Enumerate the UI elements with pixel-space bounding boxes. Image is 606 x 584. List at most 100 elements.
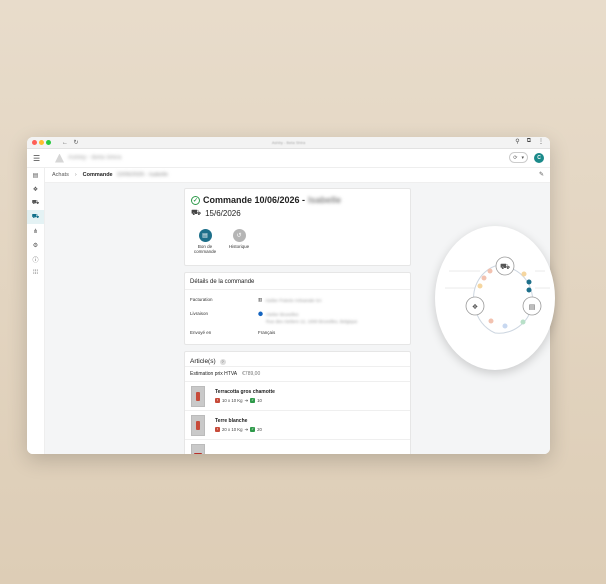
- bon-de-commande-button[interactable]: ▤ Bon de commande: [193, 229, 217, 254]
- delivery-date: 15/6/2026: [205, 208, 241, 218]
- step-marker: [521, 271, 527, 277]
- order-title-blurred: Isabelle: [308, 195, 342, 205]
- sidebar-item-organization[interactable]: ⋔: [27, 224, 44, 238]
- facturation-value: Atelier Poterie Artisanale SA: [265, 298, 322, 303]
- step-marker: [502, 323, 508, 329]
- product-qty: 20 x 10 Kg: [222, 427, 243, 432]
- product-thumbnail: [191, 385, 205, 407]
- order-card: ✓ Commande 10/06/2026 - Isabelle ⛟ 15/6/…: [184, 188, 411, 266]
- app-header: ☰ Ashby - Beta Shira ⟳ ▾ C: [27, 149, 550, 168]
- arrow-right-icon: ➜: [244, 426, 249, 432]
- list-item[interactable]: Terre blanche ▪ 20 x 10 Kg ➜ ✓ 20: [185, 411, 410, 440]
- grid-icon: ⁞⁞⁞: [32, 270, 38, 276]
- product-name: Terracotta gros chamotte: [215, 388, 275, 395]
- envoye-value: Français: [258, 330, 276, 335]
- list-item[interactable]: [185, 440, 410, 454]
- check-square-icon: ✓: [250, 398, 256, 403]
- product-thumbnail: [191, 444, 205, 454]
- location-pin-icon: ⬤: [258, 311, 264, 316]
- sidebar: ▤ ❖ ⛟ ⛟ ⋔ ⚙ ⓘ ⁞⁞⁞: [27, 168, 45, 454]
- estimation-row: Estimation prix HTVA €789,00: [185, 367, 410, 382]
- action-label: Bon de commande: [193, 244, 217, 254]
- sync-selector[interactable]: ⟳ ▾: [509, 152, 528, 163]
- step-marker: [526, 287, 532, 293]
- maximize-window-dot[interactable]: [46, 140, 51, 145]
- extensions-icon[interactable]: ⧉: [527, 138, 531, 145]
- action-label: Historique: [228, 244, 250, 249]
- sidebar-item-settings[interactable]: ⚙: [27, 238, 44, 252]
- document-icon: ▤: [32, 172, 39, 179]
- chevron-down-icon: ▾: [521, 154, 524, 161]
- sync-icon: ⟳: [513, 154, 518, 161]
- livraison-line1: Atelier Bruxelles: [266, 312, 299, 317]
- hierarchy-icon: ⋔: [32, 228, 39, 235]
- cubes-icon: ❖: [32, 186, 39, 193]
- product-thumbnail: [191, 414, 205, 436]
- document-icon: ▤: [198, 229, 212, 242]
- sidebar-item-apps[interactable]: ⁞⁞⁞: [27, 266, 44, 280]
- step-marker: [488, 318, 494, 324]
- sidebar-item-purchases[interactable]: ⛟: [27, 210, 44, 224]
- info-icon: ⓘ: [32, 257, 39, 264]
- zoom-icon[interactable]: ⚲: [515, 138, 519, 145]
- package-icon: ▪: [215, 398, 220, 403]
- browser-titlebar: ← ↻ Ashby - Beta Shira ⚲ ⧉ ⋮: [27, 137, 550, 149]
- step-marker: [520, 319, 526, 325]
- avatar[interactable]: C: [534, 152, 544, 163]
- check-circle-icon: ✓: [191, 195, 200, 205]
- gear-icon: ⚙: [32, 242, 39, 249]
- list-item[interactable]: Terracotta gros chamotte ▪ 10 x 10 Kg ➜ …: [185, 382, 410, 411]
- delivery-truck-icon: ⛟: [191, 208, 202, 217]
- minimize-window-dot[interactable]: [39, 140, 44, 145]
- estimation-label: Estimation prix HTVA: [190, 371, 238, 377]
- step-marker: [526, 279, 532, 285]
- details-card: Détails de la commande Facturation ▥ Ate…: [184, 272, 411, 345]
- svg-text:❖: ❖: [472, 303, 478, 311]
- back-icon[interactable]: ←: [61, 140, 69, 146]
- edit-icon[interactable]: ✎: [539, 171, 544, 178]
- breadcrumb-blurred: 10/06/2026 - Isabelle: [116, 172, 168, 178]
- product-qty: 10 x 10 Kg: [222, 398, 243, 403]
- breadcrumb-current: Commande: [82, 172, 113, 178]
- livraison-label: Livraison: [190, 311, 209, 316]
- truck-icon: ⛟: [31, 214, 40, 220]
- product-name: Terre blanche: [215, 417, 248, 424]
- package-icon: ▪: [215, 427, 220, 432]
- livraison-line2: Rue des Ateliers 12, 1000 Bruxelles, Bel…: [266, 319, 358, 324]
- step-marker: [487, 268, 493, 274]
- cart-icon: ⛟: [31, 200, 40, 206]
- product-badge: 10: [257, 398, 262, 403]
- close-window-dot[interactable]: [32, 140, 37, 145]
- envoye-label: Envoyé en: [190, 330, 212, 335]
- breadcrumb-root[interactable]: Achats: [52, 172, 69, 178]
- sidebar-item-catalog[interactable]: ❖: [27, 182, 44, 196]
- building-icon: ▥: [258, 297, 263, 302]
- check-square-icon: ✓: [250, 427, 256, 432]
- breadcrumb: Achats › Commande 10/06/2026 - Isabelle …: [45, 168, 550, 183]
- app-name: Ashby - Beta Shira: [68, 155, 122, 161]
- app-logo[interactable]: [55, 153, 64, 163]
- more-icon[interactable]: ⋮: [538, 138, 544, 145]
- estimation-value: €789,00: [242, 371, 261, 377]
- sidebar-item-sales[interactable]: ⛟: [27, 196, 44, 210]
- details-title: Détails de la commande: [185, 273, 410, 290]
- step-marker: [477, 283, 483, 289]
- arrow-right-icon: ➜: [244, 397, 249, 403]
- browser-title: Ashby - Beta Shira: [271, 140, 306, 145]
- sidebar-item-documents[interactable]: ▤: [27, 168, 44, 182]
- chevron-right-icon: ›: [74, 172, 77, 178]
- historique-button[interactable]: ↺ Historique: [227, 229, 251, 254]
- product-badge: 20: [257, 427, 262, 432]
- workflow-diagram-magnifier: ⛟ ▤ ❖: [435, 226, 555, 370]
- svg-text:▤: ▤: [529, 303, 536, 311]
- articles-card: Article(s) ? Estimation prix HTVA €789,0…: [184, 351, 411, 454]
- history-icon: ↺: [232, 229, 246, 242]
- reload-icon[interactable]: ↻: [72, 139, 80, 146]
- sidebar-item-help[interactable]: ⓘ: [27, 252, 44, 266]
- articles-title: Article(s): [190, 358, 216, 365]
- svg-text:⛟: ⛟: [500, 262, 510, 271]
- page-title: Commande 10/06/2026 -: [203, 195, 306, 205]
- step-marker: [481, 275, 487, 281]
- menu-icon[interactable]: ☰: [33, 154, 45, 163]
- help-icon[interactable]: ?: [219, 358, 226, 365]
